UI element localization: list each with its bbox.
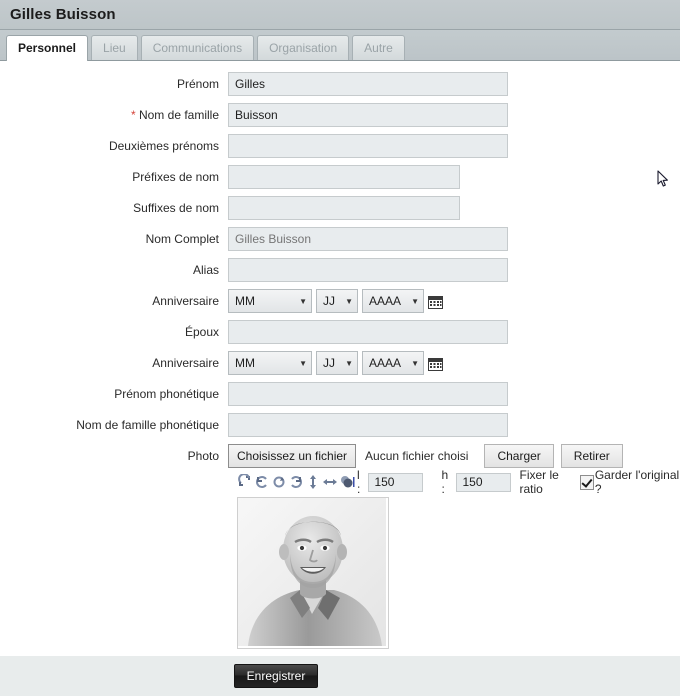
field-row-prenom-phonetique: Prénom phonétique [0, 382, 680, 406]
required-asterisk: * [130, 108, 136, 122]
rotate-cw-icon[interactable] [271, 474, 287, 490]
image-tool-row: l : h : Fixer le ratio Garder l'original… [228, 468, 680, 496]
choose-file-button[interactable]: Choisissez un fichier [228, 444, 357, 468]
selected-file-name: Aucun fichier choisi [365, 449, 469, 463]
rotate-right-icon[interactable] [288, 474, 304, 490]
alias-input[interactable] [228, 258, 508, 282]
label-anniversaire-epoux: Anniversaire [152, 356, 219, 370]
nom-phonetique-input[interactable] [228, 413, 508, 437]
select-value: JJ [323, 294, 335, 308]
remove-photo-button[interactable]: Retirer [560, 444, 623, 468]
prenom-input[interactable] [228, 72, 508, 96]
fix-ratio-label: Fixer le ratio [519, 468, 559, 496]
chevron-down-icon: ▼ [411, 358, 419, 368]
field-row-epoux: Époux [0, 320, 680, 344]
label-nom-phonetique: Nom de famille phonétique [76, 418, 219, 432]
suffixes-nom-input[interactable] [228, 196, 460, 220]
chevron-down-icon: ▼ [345, 358, 353, 368]
rotate-left-icon[interactable] [237, 473, 253, 490]
height-label: h : [441, 468, 449, 496]
personal-form: Prénom * Nom de famille Deuxièmes prénom… [0, 61, 680, 649]
tab-label: Autre [364, 41, 393, 55]
label-nom-complet: Nom Complet [145, 232, 219, 246]
upload-photo-button[interactable]: Charger [484, 444, 554, 468]
anniversary-month-select[interactable]: MM ▼ [228, 351, 312, 375]
select-value: MM [235, 294, 255, 308]
select-value: AAAA [369, 294, 402, 308]
select-value: MM [235, 356, 255, 370]
tab-communications[interactable]: Communications [140, 35, 255, 60]
chevron-down-icon: ▼ [411, 296, 419, 306]
field-row-nom-famille: * Nom de famille [0, 103, 680, 127]
label-epoux: Époux [184, 325, 219, 339]
calendar-icon[interactable] [428, 356, 443, 371]
save-button[interactable]: Enregistrer [234, 664, 318, 688]
label-prenom-phonetique: Prénom phonétique [114, 387, 219, 401]
prefixes-nom-input[interactable] [228, 165, 460, 189]
footer-bar: Enregistrer [0, 655, 680, 696]
field-row-photo: Photo Choisissez un fichier Aucun fichie… [0, 444, 680, 468]
nom-complet-input[interactable] [228, 227, 508, 251]
label-suffixes-nom: Suffixes de nom [133, 201, 219, 215]
field-row-prefixes-nom: Préfixes de nom [0, 165, 680, 189]
field-row-anniversaire: Anniversaire MM ▼ JJ ▼ AAAA ▼ [0, 289, 680, 313]
header-band: Gilles Buisson [0, 0, 680, 30]
tab-autre[interactable]: Autre [352, 35, 405, 60]
chevron-down-icon: ▼ [345, 296, 353, 306]
prenom-phonetique-input[interactable] [228, 382, 508, 406]
page-title: Gilles Buisson [10, 6, 116, 23]
label-nom-famille: * Nom de famille [0, 108, 228, 122]
field-row-alias: Alias [0, 258, 680, 282]
tab-organisation[interactable]: Organisation [257, 35, 350, 60]
width-input[interactable] [368, 472, 424, 492]
label-alias: Alias [192, 263, 219, 277]
tab-bar: Personnel Lieu Communications Organisati… [0, 30, 680, 61]
height-input[interactable] [456, 472, 512, 492]
field-row-nom-phonetique: Nom de famille phonétique [0, 413, 680, 437]
birthday-month-select[interactable]: MM ▼ [228, 289, 312, 313]
field-row-nom-complet: Nom Complet [0, 227, 680, 251]
tab-personnel[interactable]: Personnel [6, 35, 89, 61]
width-label: l : [357, 468, 361, 496]
keep-original-label: Garder l'original ? [594, 468, 680, 496]
calendar-icon[interactable] [428, 294, 443, 309]
keep-original-checkbox[interactable] [580, 474, 594, 490]
tab-label: Communications [152, 41, 243, 55]
label-photo: Photo [187, 449, 219, 463]
label-prefixes-nom: Préfixes de nom [132, 170, 219, 184]
birthday-day-select[interactable]: JJ ▼ [316, 289, 358, 313]
flip-vertical-icon[interactable] [305, 474, 321, 490]
tab-label: Organisation [269, 41, 338, 55]
flip-horizontal-icon[interactable] [322, 474, 338, 490]
nom-famille-input[interactable] [228, 103, 508, 127]
photo-preview-wrap [228, 497, 680, 649]
tab-label: Personnel [18, 41, 77, 55]
photo-preview [237, 497, 389, 649]
anniversary-day-select[interactable]: JJ ▼ [316, 351, 358, 375]
field-row-suffixes-nom: Suffixes de nom [0, 196, 680, 220]
select-value: AAAA [369, 356, 402, 370]
label-prenom: Prénom [176, 77, 219, 91]
label-text: Nom de famille [138, 108, 219, 122]
grayscale-icon[interactable] [339, 474, 355, 490]
field-row-anniversaire-epoux: Anniversaire MM ▼ JJ ▼ AAAA ▼ [0, 351, 680, 375]
rotate-ccw-icon[interactable] [254, 474, 270, 490]
label-deuxiemes-prenoms: Deuxièmes prénoms [108, 139, 219, 153]
tab-label: Lieu [103, 41, 126, 55]
select-value: JJ [323, 356, 335, 370]
tab-lieu[interactable]: Lieu [91, 35, 138, 60]
field-row-prenom: Prénom [0, 72, 680, 96]
deuxiemes-prenoms-input[interactable] [228, 134, 508, 158]
label-anniversaire: Anniversaire [152, 294, 219, 308]
chevron-down-icon: ▼ [299, 296, 307, 306]
field-row-deuxiemes-prenoms: Deuxièmes prénoms [0, 134, 680, 158]
anniversary-year-select[interactable]: AAAA ▼ [362, 351, 424, 375]
chevron-down-icon: ▼ [299, 358, 307, 368]
epoux-input[interactable] [228, 320, 508, 344]
birthday-year-select[interactable]: AAAA ▼ [362, 289, 424, 313]
